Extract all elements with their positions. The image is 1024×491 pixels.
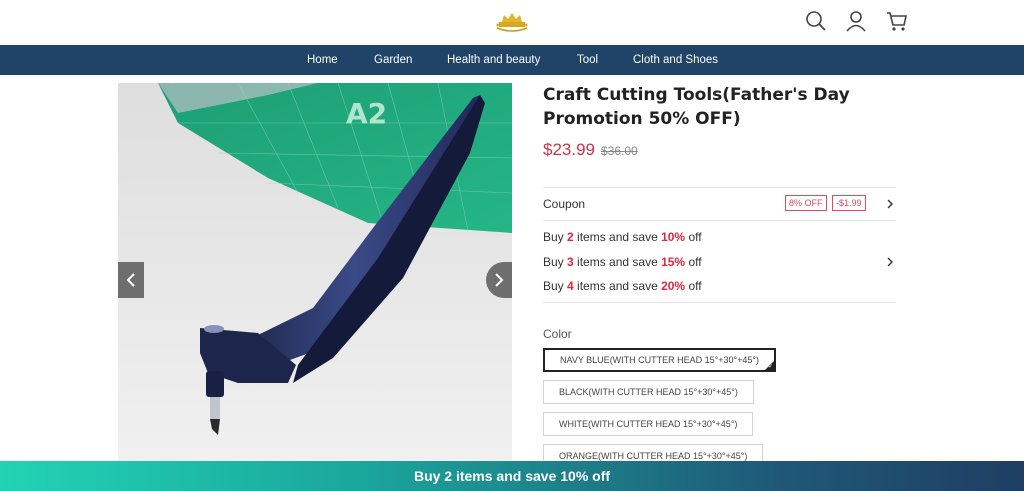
color-option-black[interactable]: BLACK(WITH CUTTER HEAD 15°+30°+45°) bbox=[543, 380, 754, 404]
product-title-line1: Craft Cutting Tools(Father's Day bbox=[543, 85, 850, 105]
color-option-white[interactable]: WHITE(WITH CUTTER HEAD 15°+30°+45°) bbox=[543, 412, 754, 436]
chevron-left-icon bbox=[126, 273, 135, 287]
price-row: $23.99 $36.00 bbox=[543, 140, 638, 160]
original-price: $36.00 bbox=[601, 144, 638, 158]
gallery-prev-button[interactable] bbox=[118, 262, 144, 298]
bundle-offer: Buy 4 items and save 20% off bbox=[543, 279, 702, 293]
nav-item-garden[interactable]: Garden bbox=[374, 45, 412, 75]
coupon-percent-badge: 8% OFF bbox=[785, 195, 827, 211]
crown-logo[interactable] bbox=[493, 9, 531, 33]
coupon-label: Coupon bbox=[543, 197, 586, 211]
nav-item-tool[interactable]: Tool bbox=[577, 45, 598, 75]
search-icon[interactable] bbox=[805, 10, 827, 32]
chevron-right-icon[interactable] bbox=[885, 257, 895, 267]
divider bbox=[543, 302, 896, 303]
promo-bar[interactable]: Buy 2 items and save 10% off bbox=[0, 461, 1024, 491]
coupon-amount-badge: -$1.99 bbox=[832, 195, 866, 211]
color-label: Color bbox=[543, 327, 572, 341]
craft-cutting-tool-photo: A2 bbox=[118, 83, 512, 461]
site-header bbox=[0, 0, 1024, 45]
product-gallery: A2 bbox=[118, 83, 512, 461]
sale-price: $23.99 bbox=[543, 140, 595, 159]
chevron-right-icon bbox=[495, 273, 504, 287]
chevron-right-icon bbox=[887, 199, 893, 209]
mat-label: A2 bbox=[346, 97, 387, 130]
product-info: Craft Cutting Tools(Father's Day Promoti… bbox=[543, 83, 896, 468]
bundle-offer: Buy 3 items and save 15% off bbox=[543, 255, 702, 269]
coupon-row[interactable]: Coupon 8% OFF -$1.99 bbox=[543, 187, 896, 221]
nav-item-home[interactable]: Home bbox=[307, 45, 338, 75]
product-title-line2: Promotion 50% OFF) bbox=[543, 109, 741, 129]
color-option-navy-blue[interactable]: NAVY BLUE(WITH CUTTER HEAD 15°+30°+45°) … bbox=[543, 348, 777, 372]
divider bbox=[543, 220, 896, 221]
main-nav: Home Garden Health and beauty Tool Cloth… bbox=[0, 45, 1024, 75]
user-icon[interactable] bbox=[845, 10, 867, 32]
nav-item-cloth-and-shoes[interactable]: Cloth and Shoes bbox=[633, 45, 718, 75]
cart-icon[interactable] bbox=[886, 10, 908, 32]
bundle-offer: Buy 2 items and save 10% off bbox=[543, 230, 702, 244]
product-title: Craft Cutting Tools(Father's Day Promoti… bbox=[543, 83, 896, 131]
nav-item-health-and-beauty[interactable]: Health and beauty bbox=[447, 45, 540, 75]
check-icon: ✓ bbox=[768, 364, 774, 370]
